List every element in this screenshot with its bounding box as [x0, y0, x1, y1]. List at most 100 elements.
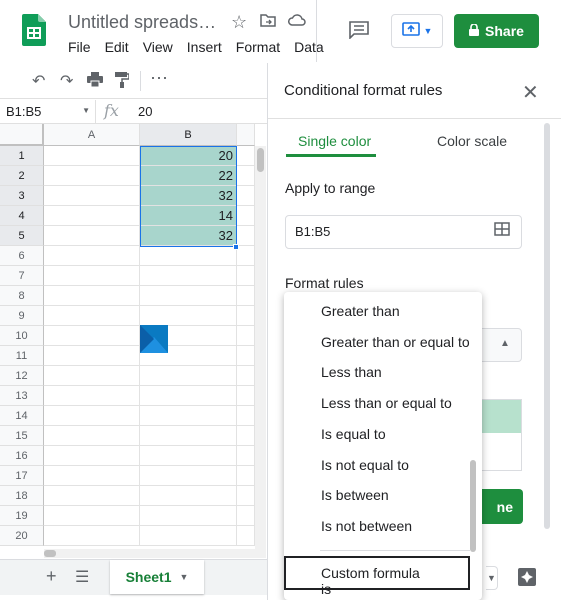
dropdown-item[interactable]: Is not between	[321, 518, 412, 534]
cell-a[interactable]	[44, 286, 140, 306]
sheet-tab-sheet1[interactable]: Sheet1 ▼	[110, 560, 204, 594]
cell-a[interactable]	[44, 226, 140, 246]
present-button[interactable]: ▼	[391, 14, 443, 48]
name-box[interactable]: B1:B5 ▼	[0, 100, 96, 124]
cell-b[interactable]	[140, 286, 237, 306]
cell-c[interactable]	[237, 286, 255, 306]
column-header-a[interactable]: A	[44, 124, 140, 146]
redo-icon[interactable]: ↷	[60, 71, 73, 91]
cell-c[interactable]	[237, 506, 255, 526]
all-sheets-icon[interactable]: ☰	[75, 567, 89, 587]
row-header[interactable]: 17	[0, 466, 44, 486]
comments-icon[interactable]	[349, 21, 369, 44]
menu-format[interactable]: Format	[236, 39, 280, 55]
cell-b[interactable]	[140, 406, 237, 426]
cell-b[interactable]	[140, 466, 237, 486]
cell-a[interactable]	[44, 146, 140, 166]
column-header-b[interactable]: B	[140, 124, 237, 146]
row-header[interactable]: 6	[0, 246, 44, 266]
cell-c[interactable]	[237, 306, 255, 326]
row-header[interactable]: 1	[0, 146, 44, 166]
panel-scrollbar[interactable]	[544, 123, 550, 529]
cell-a[interactable]	[44, 526, 140, 546]
cell-c[interactable]	[237, 186, 255, 206]
row-header[interactable]: 18	[0, 486, 44, 506]
cell-a[interactable]	[44, 306, 140, 326]
more-icon[interactable]: ⋯	[150, 68, 168, 89]
add-sheet-icon[interactable]: +	[46, 566, 57, 587]
cell-c[interactable]	[237, 146, 255, 166]
cell-c[interactable]	[237, 226, 255, 246]
row-header[interactable]: 8	[0, 286, 44, 306]
cell-b[interactable]	[140, 386, 237, 406]
dropdown-item[interactable]: Is between	[321, 487, 389, 503]
tab-color-scale[interactable]: Color scale	[437, 133, 507, 149]
cell-a[interactable]	[44, 246, 140, 266]
cloud-status-icon[interactable]	[288, 13, 306, 31]
share-button[interactable]: Share	[454, 14, 539, 48]
cell-c[interactable]	[237, 246, 255, 266]
cell-b[interactable]	[140, 506, 237, 526]
row-header[interactable]: 15	[0, 426, 44, 446]
cell-c[interactable]	[237, 526, 255, 546]
cell-a[interactable]	[44, 406, 140, 426]
dropdown-scrollbar[interactable]	[470, 460, 476, 552]
cell-b[interactable]	[140, 246, 237, 266]
cell-c[interactable]	[237, 466, 255, 486]
fill-handle[interactable]	[233, 244, 239, 250]
hscroll-thumb[interactable]	[44, 550, 56, 557]
vertical-scrollbar[interactable]	[255, 146, 266, 549]
cell-c[interactable]	[237, 206, 255, 226]
cell-a[interactable]	[44, 206, 140, 226]
row-header[interactable]: 19	[0, 506, 44, 526]
cell-c[interactable]	[237, 426, 255, 446]
cell-b[interactable]	[140, 446, 237, 466]
cell-a[interactable]	[44, 166, 140, 186]
cell-a[interactable]	[44, 446, 140, 466]
tab-single-color[interactable]: Single color	[298, 133, 371, 149]
document-title[interactable]: Untitled spreads…	[68, 12, 216, 33]
row-header[interactable]: 7	[0, 266, 44, 286]
cell-c[interactable]	[237, 346, 255, 366]
scrollbar-thumb[interactable]	[257, 148, 264, 172]
grid-range-icon[interactable]	[494, 222, 510, 241]
row-header[interactable]: 13	[0, 386, 44, 406]
menu-file[interactable]: File	[68, 39, 91, 55]
cell-a[interactable]	[44, 466, 140, 486]
cell-a[interactable]	[44, 366, 140, 386]
cell-c[interactable]	[237, 486, 255, 506]
undo-icon[interactable]: ↶	[32, 71, 45, 91]
dropdown-item-custom-formula[interactable]: Custom formula is	[284, 556, 470, 597]
chevron-down-icon[interactable]: ▼	[486, 566, 498, 590]
cell-a[interactable]	[44, 426, 140, 446]
paint-format-icon[interactable]	[115, 72, 130, 93]
cell-b[interactable]	[140, 526, 237, 546]
dropdown-item[interactable]: Less than or equal to	[321, 395, 452, 411]
cell-c[interactable]	[237, 406, 255, 426]
cell-b[interactable]	[140, 366, 237, 386]
cell-b[interactable]	[140, 426, 237, 446]
row-header[interactable]: 16	[0, 446, 44, 466]
close-icon[interactable]: ✕	[522, 80, 539, 105]
row-header[interactable]: 14	[0, 406, 44, 426]
row-header[interactable]: 9	[0, 306, 44, 326]
row-header[interactable]: 11	[0, 346, 44, 366]
cell-b[interactable]	[140, 306, 237, 326]
range-input[interactable]: B1:B5	[285, 215, 522, 249]
print-icon[interactable]	[87, 72, 103, 92]
cell-c[interactable]	[237, 446, 255, 466]
row-header[interactable]: 4	[0, 206, 44, 226]
row-header[interactable]: 2	[0, 166, 44, 186]
cell-b[interactable]	[140, 266, 237, 286]
cell-a[interactable]	[44, 266, 140, 286]
cell-a[interactable]	[44, 346, 140, 366]
select-all-corner[interactable]	[0, 124, 44, 146]
column-header-c[interactable]	[237, 124, 255, 146]
row-header[interactable]: 20	[0, 526, 44, 546]
cell-c[interactable]	[237, 366, 255, 386]
cell-a[interactable]	[44, 186, 140, 206]
cell-a[interactable]	[44, 506, 140, 526]
cell-c[interactable]	[237, 326, 255, 346]
star-icon[interactable]: ☆	[231, 12, 247, 33]
menu-insert[interactable]: Insert	[187, 39, 222, 55]
